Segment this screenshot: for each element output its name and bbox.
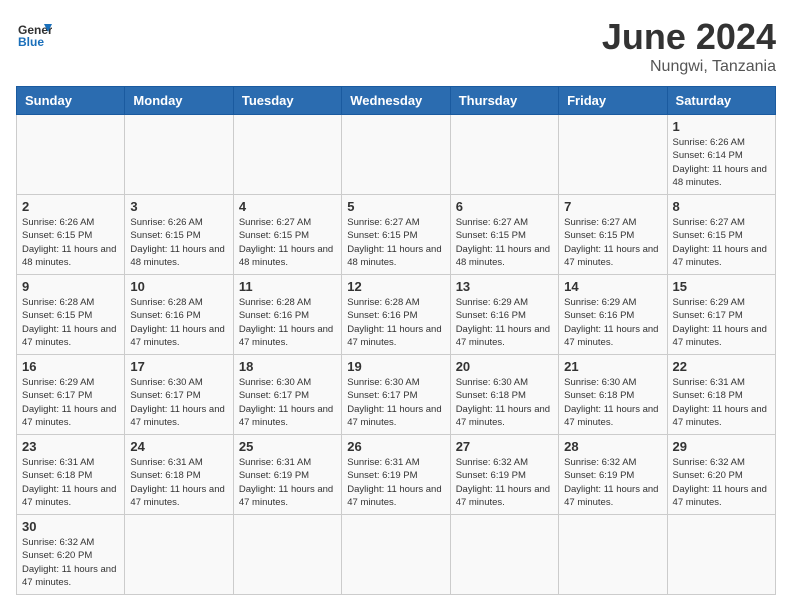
day-1: 1 Sunrise: 6:26 AMSunset: 6:14 PMDayligh… <box>667 115 775 195</box>
day-9: 9 Sunrise: 6:28 AMSunset: 6:15 PMDayligh… <box>17 275 125 355</box>
empty-cell <box>125 515 233 595</box>
day-11: 11 Sunrise: 6:28 AMSunset: 6:16 PMDaylig… <box>233 275 341 355</box>
week-row-1: 1 Sunrise: 6:26 AMSunset: 6:14 PMDayligh… <box>17 115 776 195</box>
day-29: 29 Sunrise: 6:32 AMSunset: 6:20 PMDaylig… <box>667 435 775 515</box>
calendar-table: Sunday Monday Tuesday Wednesday Thursday… <box>16 86 776 595</box>
day-25: 25 Sunrise: 6:31 AMSunset: 6:19 PMDaylig… <box>233 435 341 515</box>
empty-cell <box>17 115 125 195</box>
day-5: 5 Sunrise: 6:27 AMSunset: 6:15 PMDayligh… <box>342 195 450 275</box>
empty-cell <box>450 515 558 595</box>
day-12: 12 Sunrise: 6:28 AMSunset: 6:16 PMDaylig… <box>342 275 450 355</box>
day-23: 23 Sunrise: 6:31 AMSunset: 6:18 PMDaylig… <box>17 435 125 515</box>
week-row-3: 9 Sunrise: 6:28 AMSunset: 6:15 PMDayligh… <box>17 275 776 355</box>
day-2: 2 Sunrise: 6:26 AMSunset: 6:15 PMDayligh… <box>17 195 125 275</box>
day-20: 20 Sunrise: 6:30 AMSunset: 6:18 PMDaylig… <box>450 355 558 435</box>
week-row-5: 23 Sunrise: 6:31 AMSunset: 6:18 PMDaylig… <box>17 435 776 515</box>
svg-text:Blue: Blue <box>18 35 44 49</box>
empty-cell <box>559 115 667 195</box>
empty-cell <box>233 515 341 595</box>
empty-cell <box>667 515 775 595</box>
header-monday: Monday <box>125 87 233 115</box>
day-16: 16 Sunrise: 6:29 AMSunset: 6:17 PMDaylig… <box>17 355 125 435</box>
day-4: 4 Sunrise: 6:27 AMSunset: 6:15 PMDayligh… <box>233 195 341 275</box>
week-row-2: 2 Sunrise: 6:26 AMSunset: 6:15 PMDayligh… <box>17 195 776 275</box>
day-7: 7 Sunrise: 6:27 AMSunset: 6:15 PMDayligh… <box>559 195 667 275</box>
day-10: 10 Sunrise: 6:28 AMSunset: 6:16 PMDaylig… <box>125 275 233 355</box>
day-26: 26 Sunrise: 6:31 AMSunset: 6:19 PMDaylig… <box>342 435 450 515</box>
logo: General Blue <box>16 16 52 52</box>
empty-cell <box>233 115 341 195</box>
page-header: General Blue June 2024 Nungwi, Tanzania <box>16 16 776 76</box>
day-22: 22 Sunrise: 6:31 AMSunset: 6:18 PMDaylig… <box>667 355 775 435</box>
day-8: 8 Sunrise: 6:27 AMSunset: 6:15 PMDayligh… <box>667 195 775 275</box>
header-tuesday: Tuesday <box>233 87 341 115</box>
day-14: 14 Sunrise: 6:29 AMSunset: 6:16 PMDaylig… <box>559 275 667 355</box>
day-3: 3 Sunrise: 6:26 AMSunset: 6:15 PMDayligh… <box>125 195 233 275</box>
logo-icon: General Blue <box>16 16 52 52</box>
day-6: 6 Sunrise: 6:27 AMSunset: 6:15 PMDayligh… <box>450 195 558 275</box>
day-27: 27 Sunrise: 6:32 AMSunset: 6:19 PMDaylig… <box>450 435 558 515</box>
day-19: 19 Sunrise: 6:30 AMSunset: 6:17 PMDaylig… <box>342 355 450 435</box>
day-30: 30 Sunrise: 6:32 AMSunset: 6:20 PMDaylig… <box>17 515 125 595</box>
header-saturday: Saturday <box>667 87 775 115</box>
header-thursday: Thursday <box>450 87 558 115</box>
title-area: June 2024 Nungwi, Tanzania <box>602 16 776 76</box>
day-28: 28 Sunrise: 6:32 AMSunset: 6:19 PMDaylig… <box>559 435 667 515</box>
empty-cell <box>450 115 558 195</box>
header-wednesday: Wednesday <box>342 87 450 115</box>
empty-cell <box>559 515 667 595</box>
weekday-header-row: Sunday Monday Tuesday Wednesday Thursday… <box>17 87 776 115</box>
day-18: 18 Sunrise: 6:30 AMSunset: 6:17 PMDaylig… <box>233 355 341 435</box>
day-13: 13 Sunrise: 6:29 AMSunset: 6:16 PMDaylig… <box>450 275 558 355</box>
header-sunday: Sunday <box>17 87 125 115</box>
day-21: 21 Sunrise: 6:30 AMSunset: 6:18 PMDaylig… <box>559 355 667 435</box>
month-title: June 2024 <box>602 16 776 58</box>
empty-cell <box>125 115 233 195</box>
location-title: Nungwi, Tanzania <box>602 58 776 76</box>
empty-cell <box>342 515 450 595</box>
day-15: 15 Sunrise: 6:29 AMSunset: 6:17 PMDaylig… <box>667 275 775 355</box>
day-24: 24 Sunrise: 6:31 AMSunset: 6:18 PMDaylig… <box>125 435 233 515</box>
week-row-4: 16 Sunrise: 6:29 AMSunset: 6:17 PMDaylig… <box>17 355 776 435</box>
header-friday: Friday <box>559 87 667 115</box>
empty-cell <box>342 115 450 195</box>
week-row-6: 30 Sunrise: 6:32 AMSunset: 6:20 PMDaylig… <box>17 515 776 595</box>
day-17: 17 Sunrise: 6:30 AMSunset: 6:17 PMDaylig… <box>125 355 233 435</box>
